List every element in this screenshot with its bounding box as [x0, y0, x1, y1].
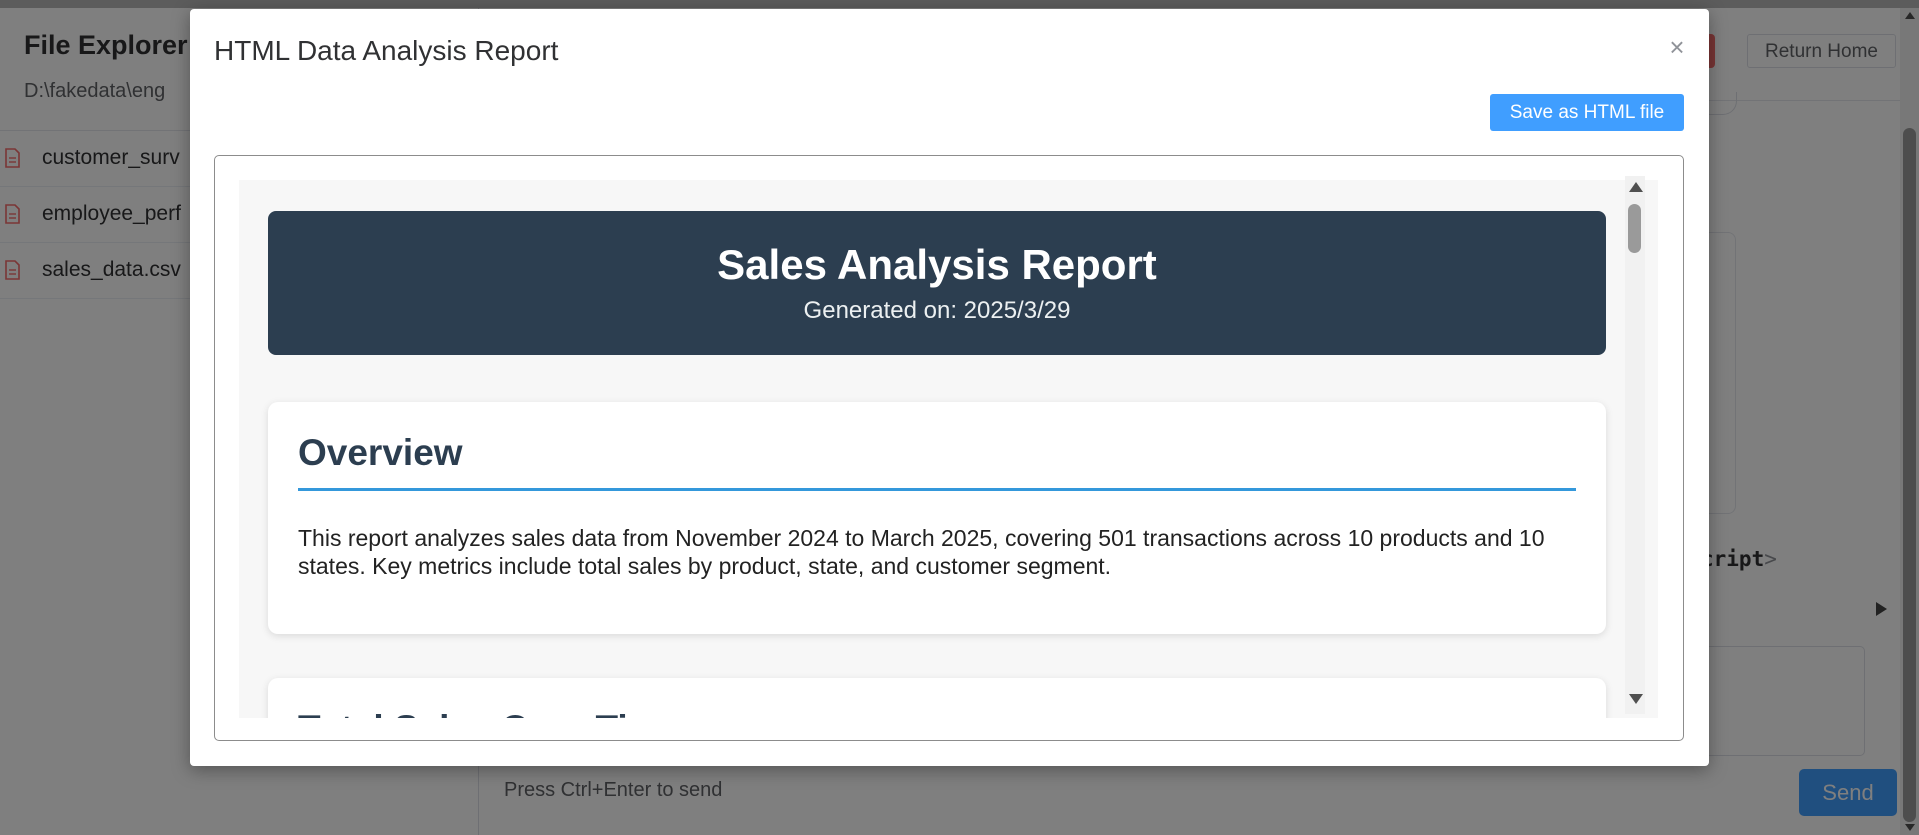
dialog-title: HTML Data Analysis Report — [214, 35, 559, 66]
section-heading: Total Sales Over Time — [298, 708, 681, 718]
scrollbar-thumb[interactable] — [1628, 204, 1641, 253]
report-dialog: HTML Data Analysis Report × Save as HTML… — [190, 9, 1709, 766]
report-frame[interactable]: Sales Analysis Report Generated on: 2025… — [214, 155, 1684, 741]
sales-over-time-section: Total Sales Over Time — [268, 678, 1606, 718]
report-date: Generated on: 2025/3/29 — [803, 297, 1071, 324]
report-title: Sales Analysis Report — [717, 241, 1157, 288]
scroll-up-icon[interactable] — [1629, 182, 1643, 192]
close-icon[interactable]: × — [1663, 33, 1691, 61]
scroll-down-icon[interactable] — [1629, 694, 1643, 704]
overview-section: Overview This report analyzes sales data… — [268, 402, 1606, 634]
report-viewport[interactable]: Sales Analysis Report Generated on: 2025… — [239, 180, 1658, 718]
section-heading: Overview — [298, 432, 463, 473]
section-text: This report analyzes sales data from Nov… — [298, 525, 1545, 579]
report-header: Sales Analysis Report Generated on: 2025… — [268, 211, 1606, 355]
heading-underline — [298, 488, 1576, 491]
save-html-button[interactable]: Save as HTML file — [1490, 94, 1684, 131]
report-scrollbar[interactable] — [1625, 176, 1645, 714]
